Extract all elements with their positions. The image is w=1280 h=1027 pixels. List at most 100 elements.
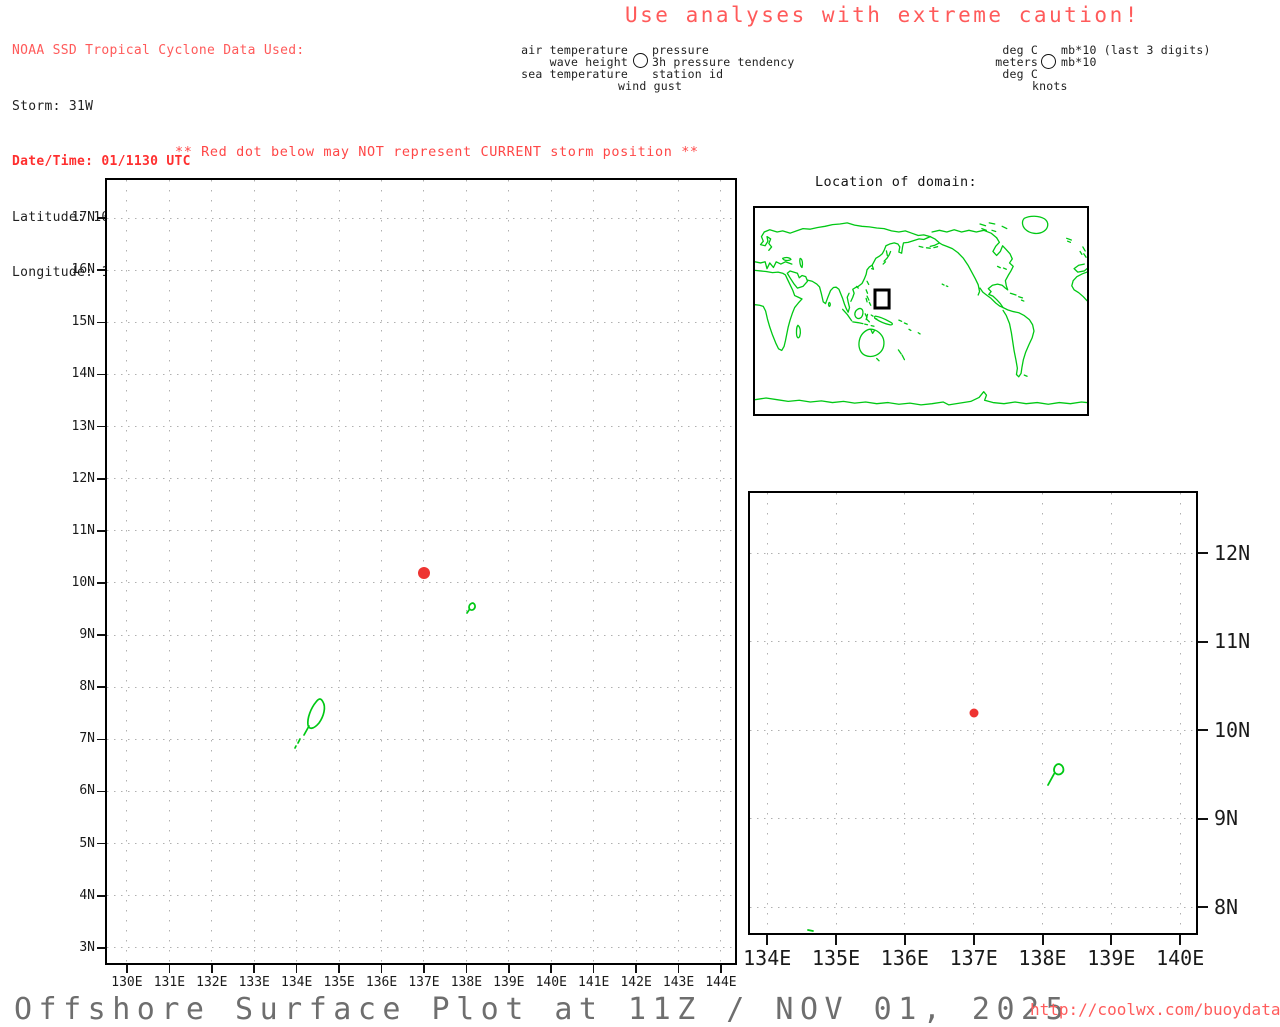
gridline-3N <box>107 947 735 949</box>
greenland-coast <box>1022 216 1047 233</box>
y-tick-label: 8N <box>1214 894 1239 919</box>
gridline-12N <box>750 552 1196 554</box>
great-lakes <box>998 266 1007 269</box>
y-tick-label: 11N <box>1214 629 1251 654</box>
y-tick-9N <box>97 634 105 636</box>
y-tick-label: 10N <box>71 574 95 590</box>
x-tick-138E <box>1041 935 1044 945</box>
gridline-4N <box>107 895 735 897</box>
x-tick-141E <box>592 965 595 973</box>
gridline-134E <box>296 180 298 963</box>
x-tick-label: 139E <box>1087 946 1136 970</box>
gridline-11N <box>107 530 735 532</box>
antarctica-coast <box>755 392 1087 405</box>
eurasia-north-coast <box>764 223 930 237</box>
iceland-uk-coast <box>1067 238 1086 257</box>
palau-tip-coastline <box>807 929 814 932</box>
gridline-7N <box>107 738 735 740</box>
x-tick-label: 134E <box>281 975 313 990</box>
gridline-132E <box>211 180 213 963</box>
gridline-135E <box>835 493 837 933</box>
station-circle-icon <box>633 53 648 68</box>
gridline-17N <box>107 217 735 219</box>
gridline-8N <box>750 906 1196 908</box>
x-tick-133E <box>253 965 256 973</box>
y-tick-label: 5N <box>79 835 95 851</box>
y-tick-3N <box>97 947 105 949</box>
y-tick-label: 11N <box>71 522 95 538</box>
x-tick-label: 133E <box>238 975 270 990</box>
gridline-140E <box>1179 493 1181 933</box>
gridline-9N <box>750 818 1196 820</box>
gridline-139E <box>1110 493 1112 933</box>
north-america-west-coast <box>930 237 1003 308</box>
x-tick-label: 136E <box>880 946 929 970</box>
iberia-coast <box>1074 264 1087 272</box>
south-asia-coast <box>808 280 850 312</box>
zoom-surface-plot: 134E 135E 136E 137E 138E 139E 140E 8N 9N 10N 11N 12… <box>743 491 1250 970</box>
gridline-10N <box>750 729 1196 731</box>
x-tick-label: 135E <box>323 975 355 990</box>
x-tick-label: 134E <box>743 946 792 970</box>
africa-coast <box>755 270 802 350</box>
south-america-coast <box>1003 308 1034 377</box>
storm-31W-position <box>969 708 979 718</box>
x-tick-138E <box>465 965 468 973</box>
gridline-15N <box>107 321 735 323</box>
gridline-135E <box>338 180 340 963</box>
borneo-coast <box>855 308 863 318</box>
x-tick-139E <box>1110 935 1113 945</box>
gridline-12N <box>107 478 735 480</box>
storm-id-line: Storm: 31W <box>12 98 94 114</box>
y-tick-label: 10N <box>1214 717 1251 742</box>
x-tick-label: 138E <box>450 975 483 990</box>
gridline-6N <box>107 790 735 792</box>
caution-banner: Use analyses with extreme caution! <box>625 3 1140 27</box>
x-tick-135E <box>835 935 838 945</box>
inset-map-title: Location of domain: <box>815 174 978 190</box>
y-tick-10N <box>1198 729 1208 732</box>
y-tick-label: 7N <box>79 731 95 747</box>
x-tick-label: 144E <box>705 975 737 990</box>
y-tick-label: 13N <box>71 418 95 434</box>
gridline-10N <box>107 582 735 584</box>
x-tick-label: 135E <box>811 946 861 970</box>
y-tick-label: 9N <box>79 627 95 643</box>
x-tick-136E <box>380 965 383 973</box>
gridline-16N <box>107 269 735 271</box>
x-tick-143E <box>677 965 680 973</box>
world-coastline-svg <box>755 208 1087 414</box>
y-tick-label: 3N <box>79 939 95 955</box>
y-tick-label: 14N <box>71 366 95 382</box>
europe-med-coast <box>755 262 792 269</box>
x-tick-label: 142E <box>620 975 652 990</box>
x-tick-140E <box>550 965 553 973</box>
y-tick-label: 6N <box>79 783 95 799</box>
gridline-138E <box>465 180 467 963</box>
main-surface-plot: 130E 131E 132E 133E 134E 135E 136E 137E 138E 139E… <box>72 178 737 990</box>
y-tick-9N <box>1198 817 1208 820</box>
x-tick-label: 143E <box>662 975 695 990</box>
x-tick-label: 132E <box>196 975 228 990</box>
x-tick-label: 136E <box>365 975 398 990</box>
japan-coast <box>883 251 890 264</box>
y-tick-label: 4N <box>79 887 95 903</box>
domain-location-box <box>875 290 889 308</box>
x-tick-137E <box>972 935 975 945</box>
gridline-134E <box>766 493 768 933</box>
y-tick-10N <box>97 582 105 584</box>
x-tick-label: 140E <box>1156 946 1205 970</box>
y-tick-16N <box>97 269 105 271</box>
x-tick-137E <box>423 965 425 973</box>
gridline-9N <box>107 634 735 636</box>
x-tick-139E <box>508 965 510 973</box>
y-tick-8N <box>97 686 105 689</box>
west-africa-coast <box>1072 272 1087 301</box>
station-legend-sea-temp-label: sea temperature <box>521 67 628 81</box>
gridline-5N <box>107 843 735 845</box>
x-tick-label: 131E <box>153 975 186 990</box>
plot-title: Offshore Surface Plot at 11Z / NOV 01, 2… <box>14 992 1071 1027</box>
y-tick-11N <box>97 530 105 532</box>
north-america-east-coast <box>988 238 1013 308</box>
x-tick-140E <box>1179 935 1182 945</box>
